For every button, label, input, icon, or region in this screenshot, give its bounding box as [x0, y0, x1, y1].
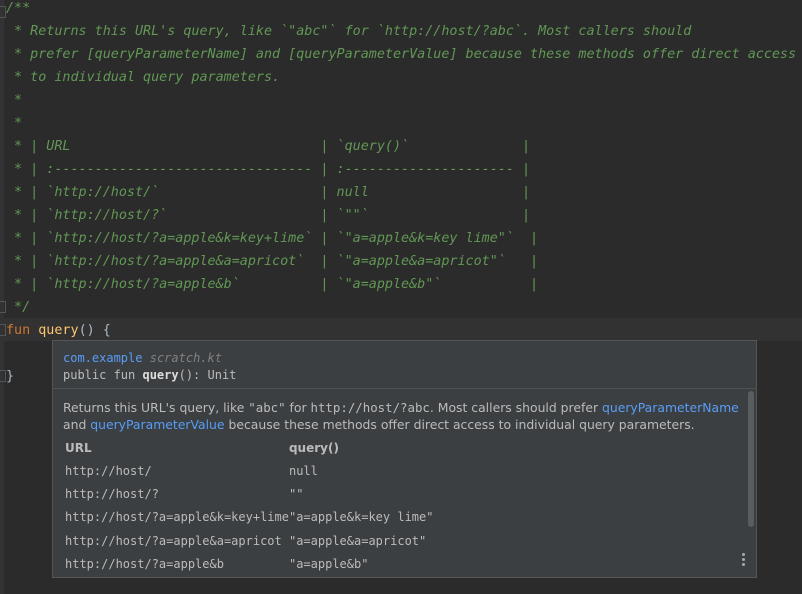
quick-documentation-popup[interactable]: com.example scratch.kt public fun query(… [52, 340, 757, 578]
gutter [0, 0, 4, 594]
doc-comment-line: * | :-------------------------------- | … [6, 162, 531, 177]
table-header-row: URL query() [65, 437, 433, 459]
package-link[interactable]: com.example [63, 351, 142, 365]
doc-comment-line: * | URL | `query()` | [6, 139, 531, 154]
doc-comment-line: /** [6, 1, 31, 16]
signature-suffix: (): Unit [178, 368, 237, 382]
popup-scrollbar[interactable] [748, 391, 754, 527]
doc-comment-line: * to individual query parameters. [6, 70, 281, 85]
query-parameter-value-link[interactable]: queryParameterValue [90, 417, 224, 432]
inline-code: "abc" [248, 400, 286, 415]
column-header-query: query() [288, 441, 339, 455]
doc-comment-line: * | `http://host/?a=apple&a=apricot` | `… [6, 254, 539, 269]
signature-name: query [142, 368, 179, 382]
doc-comment-line: * [6, 93, 23, 108]
keyword-fun: fun [6, 323, 31, 338]
query-parameter-name-link[interactable]: queryParameterName [602, 400, 739, 415]
function-params: () { [78, 323, 111, 338]
current-line-highlight [0, 318, 802, 341]
doc-table: URL query() http://host/null http://host… [65, 437, 433, 575]
doc-comment-line: * [6, 116, 23, 131]
more-options-icon[interactable] [742, 553, 746, 567]
popup-header: com.example scratch.kt public fun query(… [53, 341, 756, 389]
doc-comment-line: * Returns this URL's query, like `"abc"`… [6, 24, 692, 39]
doc-comment-line: * prefer [queryParameterName] and [query… [6, 47, 797, 62]
inline-code: http://host/?abc [310, 400, 430, 415]
doc-comment-line: * | `http://host/?` | `""` | [6, 208, 531, 223]
function-declaration: fun query() { [6, 319, 111, 342]
doc-comment-line: */ [6, 300, 31, 315]
table-row: http://host/null [65, 463, 318, 478]
table-row: http://host/?a=apple&k=key+lime "a=apple&… [65, 510, 434, 525]
doc-comment-line: * | `http://host/?a=apple&k=key+lime` | … [6, 231, 539, 246]
doc-comment-line: * | `http://host/` | null | [6, 185, 531, 200]
function-name[interactable]: query [38, 323, 78, 338]
table-row: http://host/?a=apple&b "a=apple&b" [65, 556, 369, 571]
doc-description: Returns this URL's query, like "abc" for… [63, 400, 739, 432]
signature-prefix: public fun [63, 368, 143, 382]
table-row: http://host/?a=apple&a=apricot "a=apple&a… [65, 533, 427, 548]
closing-brace: } [6, 369, 15, 384]
doc-comment-line: * | `http://host/?a=apple&b` | `"a=apple… [6, 277, 539, 292]
column-header-url: URL [65, 441, 92, 455]
table-row: http://host/? "" [65, 486, 304, 501]
file-name: scratch.kt [149, 351, 222, 365]
